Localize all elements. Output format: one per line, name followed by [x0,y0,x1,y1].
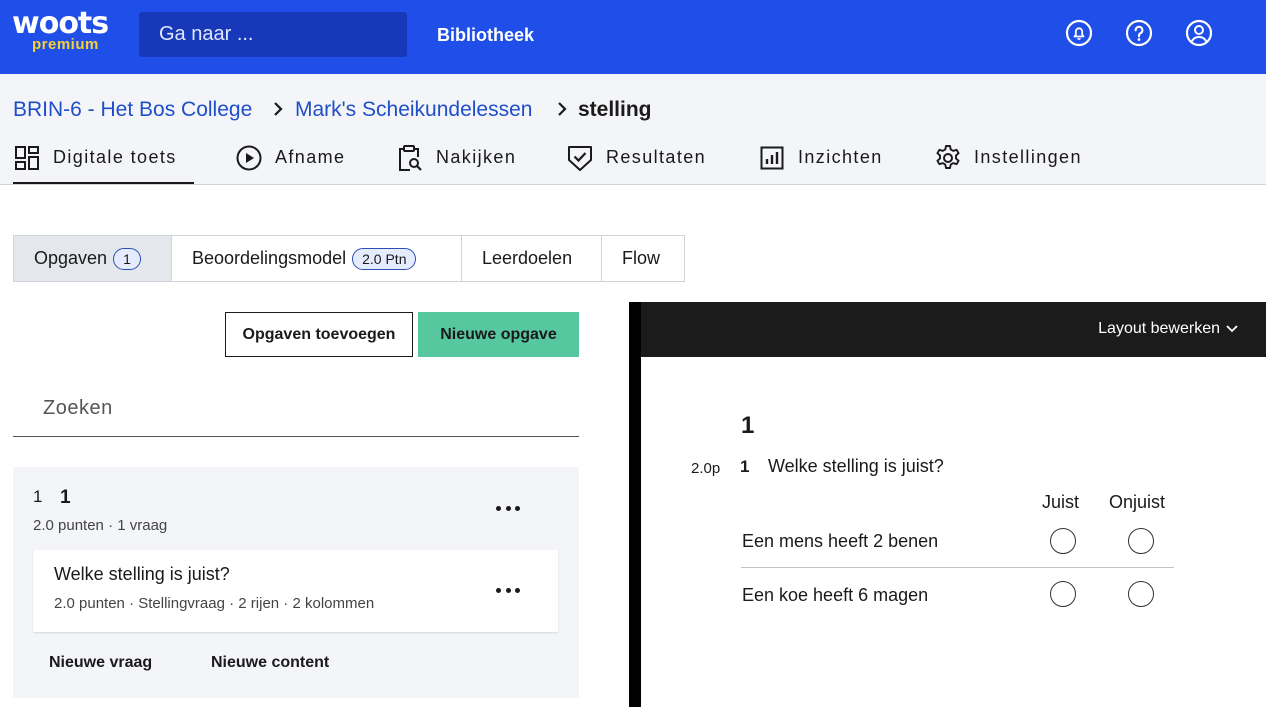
task-search [13,380,579,437]
tab-label: Digitale toets [53,147,177,167]
count-badge: 1 [113,247,141,270]
question-card[interactable]: Welke stelling is juist? 2.0 punten · St… [33,550,558,632]
clipboard-search-icon [399,145,422,171]
points-badge: 2.0 Ptn [352,247,417,270]
dashboard-icon [15,146,39,170]
breadcrumb-current: stelling [578,98,652,121]
more-icon[interactable] [496,586,520,594]
tab-leerdoelen-label: Leerdoelen [482,248,573,268]
bell-icon[interactable] [1065,19,1093,47]
preview-task-number: 1 [741,412,755,439]
help-icon[interactable] [1125,19,1153,47]
tab-flow[interactable]: Flow [602,236,684,281]
row-divider [741,567,1174,568]
tab-label: Nakijken [436,147,517,167]
preview-question-number: 1 [740,457,750,476]
breadcrumb-course[interactable]: Mark's Scheikundelessen [295,98,532,122]
chevron-right-icon [558,102,567,116]
column-header-onjuist: Onjuist [1109,492,1166,512]
radio-row1-onjuist[interactable] [1128,528,1154,554]
tab-label: Inzichten [798,147,883,167]
preview-question-text: Welke stelling is juist? [768,456,944,476]
top-bar: woots premium Ga naar ... Bibliotheek [0,0,1266,74]
tab-opgaven[interactable]: Opgaven 1 [14,236,172,281]
radio-row2-onjuist[interactable] [1128,581,1154,607]
group-title: 1 [60,487,71,508]
question-title: Welke stelling is juist? [54,564,230,584]
radio-row1-juist[interactable] [1050,528,1076,554]
new-task-button[interactable]: Nieuwe opgave [418,312,579,357]
tab-nakijken[interactable]: Nakijken [396,144,516,184]
add-existing-button[interactable]: Opgaven toevoegen [225,312,413,357]
preview-panel: Layout bewerken 1 2.0p 1 Welke stelling … [629,302,1266,707]
editor-tabs: Opgaven 1 Beoordelingsmodel 2.0 Ptn Leer… [13,235,685,282]
preview-toolbar: Layout bewerken [641,302,1266,357]
task-search-input[interactable] [13,380,579,436]
play-icon [236,145,262,171]
statement-row-label: Een koe heeft 6 magen [742,585,929,605]
group-meta: 2.0 punten · 1 vraag [33,517,168,534]
column-header-juist: Juist [1042,492,1080,512]
course-header: BRIN-6 - Het Bos College Mark's Scheikun… [0,74,1266,185]
woots-logo[interactable]: woots premium [12,6,112,54]
account-icon[interactable] [1185,19,1213,47]
tab-afname[interactable]: Afname [235,144,345,184]
more-icon[interactable] [496,504,520,512]
task-group[interactable]: 1 1 2.0 punten · 1 vraag Welke stelling … [13,467,579,698]
new-content-button[interactable]: Nieuwe content [211,654,329,672]
bar-chart-icon [760,146,784,170]
gear-icon [936,145,960,169]
logo-tier: premium [32,36,99,53]
tab-inzichten[interactable]: Inzichten [758,144,883,184]
question-meta: 2.0 punten · Stellingvraag · 2 rijen · 2… [54,595,375,612]
statement-row-label: Een mens heeft 2 benen [742,531,939,551]
tab-opgaven-label: Opgaven [34,248,108,268]
goto-search-input[interactable]: Ga naar ... [139,12,407,57]
layout-edit-label: Layout bewerken [1098,320,1220,337]
chevron-down-icon [1226,325,1238,333]
library-link[interactable]: Bibliotheek [437,25,534,46]
tab-instellingen[interactable]: Instellingen [934,144,1082,184]
layout-edit-button[interactable]: Layout bewerken [1098,320,1238,338]
group-index: 1 [33,487,43,506]
tab-label: Instellingen [974,147,1082,167]
radio-row2-juist[interactable] [1050,581,1076,607]
chevron-right-icon [274,102,283,116]
tab-beoordelingsmodel[interactable]: Beoordelingsmodel 2.0 Ptn [172,236,462,281]
preview-points: 2.0p [691,460,721,477]
tab-leerdoelen[interactable]: Leerdoelen [462,236,602,281]
tab-flow-label: Flow [622,248,661,268]
new-question-button[interactable]: Nieuwe vraag [49,654,152,672]
tab-resultaten[interactable]: Resultaten [566,144,706,184]
tab-label: Resultaten [606,147,707,167]
breadcrumb-school[interactable]: BRIN-6 - Het Bos College [13,98,252,122]
tab-digitale-toets[interactable]: Digitale toets [13,144,194,184]
tab-model-label: Beoordelingsmodel [192,248,347,268]
shield-check-icon [568,146,592,171]
tab-label: Afname [275,147,346,167]
